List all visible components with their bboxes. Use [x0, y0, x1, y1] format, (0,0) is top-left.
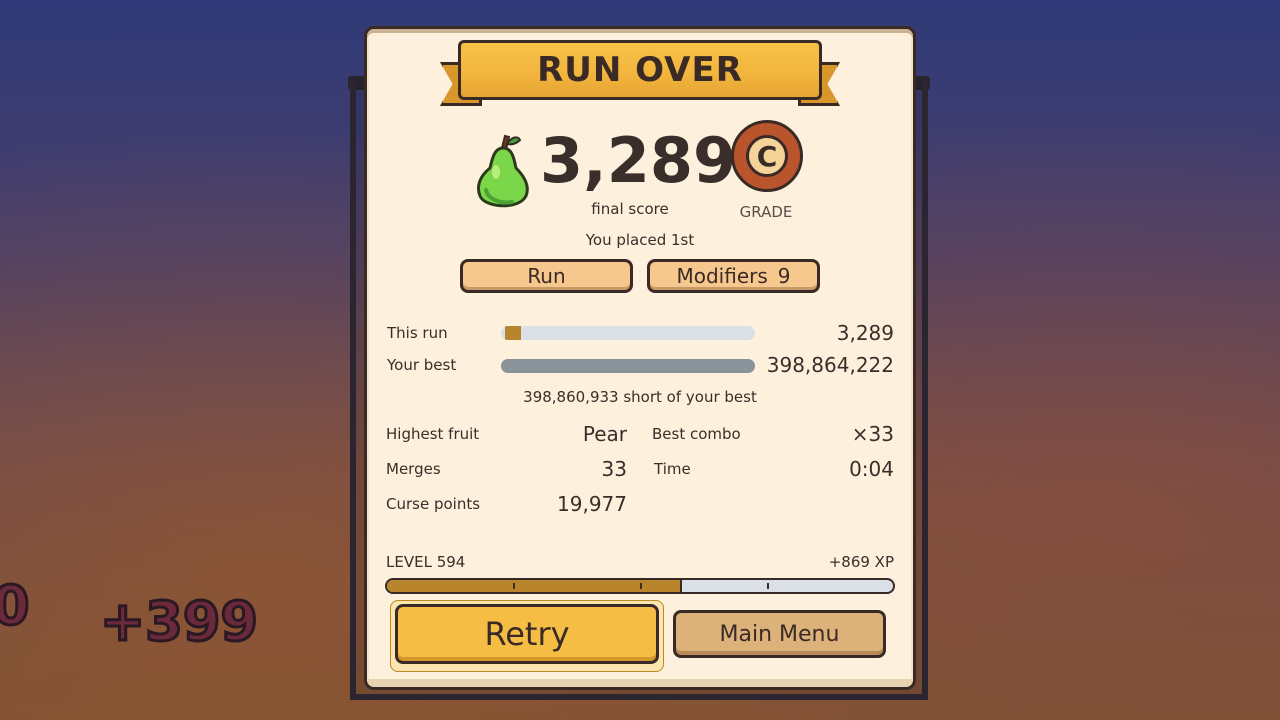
xp-tick — [640, 583, 642, 589]
curse-points-label: Curse points — [386, 495, 481, 513]
highest-fruit-label: Highest fruit — [386, 425, 480, 443]
short-of-best-text: 398,860,933 short of your best — [523, 388, 757, 406]
tab-run[interactable]: Run — [460, 259, 633, 293]
best-combo-value: ×33 — [851, 422, 894, 446]
xp-tick — [767, 583, 769, 589]
xp-progress-bar — [385, 578, 895, 594]
your-best-value: 398,864,222 — [766, 353, 894, 377]
this-run-bar-fill — [505, 326, 521, 340]
time-value: 0:04 — [849, 457, 894, 481]
xp-tick — [513, 583, 515, 589]
title-ribbon: RUN OVER — [458, 40, 822, 100]
main-menu-label: Main Menu — [719, 621, 840, 647]
your-best-label: Your best — [387, 356, 457, 374]
panel-title: RUN OVER — [537, 50, 743, 90]
your-best-bar-fill — [501, 359, 755, 373]
pear-icon — [476, 134, 529, 208]
retry-label: Retry — [484, 615, 570, 653]
tab-modifiers[interactable]: Modifiers 9 — [647, 259, 820, 293]
merges-label: Merges — [386, 460, 441, 478]
xp-gain-text: +869 XP — [828, 553, 894, 571]
time-label: Time — [654, 460, 691, 478]
xp-progress-fill — [387, 580, 682, 592]
main-menu-button[interactable]: Main Menu — [673, 610, 886, 658]
this-run-label: This run — [387, 324, 448, 342]
final-score: 3,289 — [540, 124, 737, 197]
curse-points-value: 19,977 — [557, 492, 627, 516]
tab-run-label: Run — [527, 264, 566, 288]
placement-text: You placed 1st — [585, 231, 695, 249]
best-combo-label: Best combo — [652, 425, 741, 443]
tab-modifiers-label: Modifiers — [676, 264, 768, 288]
final-score-caption: final score — [591, 200, 669, 218]
this-run-bar — [501, 326, 755, 340]
grade-letter: C — [746, 135, 788, 177]
retry-button[interactable]: Retry — [395, 604, 659, 664]
floating-score-gain: +399 — [99, 589, 260, 655]
grade-caption: GRADE — [739, 203, 793, 221]
grade-badge: C — [731, 120, 803, 192]
highest-fruit-value: Pear — [582, 422, 627, 446]
merges-value: 33 — [601, 457, 627, 481]
floating-score-left: 0 — [0, 573, 31, 639]
modifiers-count: 9 — [777, 264, 791, 288]
this-run-value: 3,289 — [836, 321, 894, 345]
level-text: LEVEL 594 — [386, 553, 466, 571]
your-best-bar — [501, 359, 755, 373]
